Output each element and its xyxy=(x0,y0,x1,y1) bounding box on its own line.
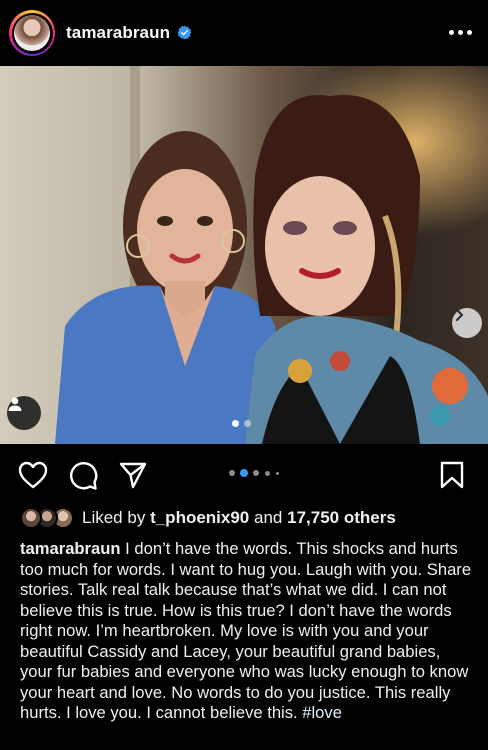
hashtag-link[interactable]: #love xyxy=(302,703,342,722)
bookmark-icon[interactable] xyxy=(440,461,464,489)
verified-badge-icon xyxy=(177,25,192,40)
chevron-right-icon xyxy=(455,308,464,322)
likes-joiner: and xyxy=(254,508,283,527)
photo-page-indicator xyxy=(232,420,256,428)
heart-icon[interactable] xyxy=(18,461,48,489)
liked-by-label: Liked by xyxy=(82,508,146,527)
photo-illustration xyxy=(0,66,488,444)
caption-author[interactable]: tamarabraun xyxy=(20,539,121,558)
user-tag-icon xyxy=(8,397,22,411)
likes-count[interactable]: 17,750 others xyxy=(287,508,396,527)
profile-avatar[interactable] xyxy=(9,10,55,56)
post-caption: tamarabraun I don’t have the words. This… xyxy=(20,539,475,724)
next-photo-button[interactable] xyxy=(452,308,482,338)
liker-username[interactable]: t_phoenix90 xyxy=(150,508,249,527)
username-link[interactable]: tamarabraun xyxy=(66,23,170,43)
tagged-users-button[interactable] xyxy=(7,396,41,430)
carousel-indicator xyxy=(225,469,285,477)
post-header: tamarabraun xyxy=(0,0,488,66)
post-photo[interactable] xyxy=(0,66,488,444)
likes-summary[interactable]: Liked by t_phoenix90 and 17,750 others xyxy=(82,508,396,528)
caption-text: I don’t have the words. This shocks and … xyxy=(20,539,472,722)
send-icon[interactable] xyxy=(118,460,148,490)
comment-icon[interactable] xyxy=(68,461,98,491)
liker-avatar[interactable] xyxy=(20,507,42,529)
more-options-icon[interactable] xyxy=(449,30,473,36)
